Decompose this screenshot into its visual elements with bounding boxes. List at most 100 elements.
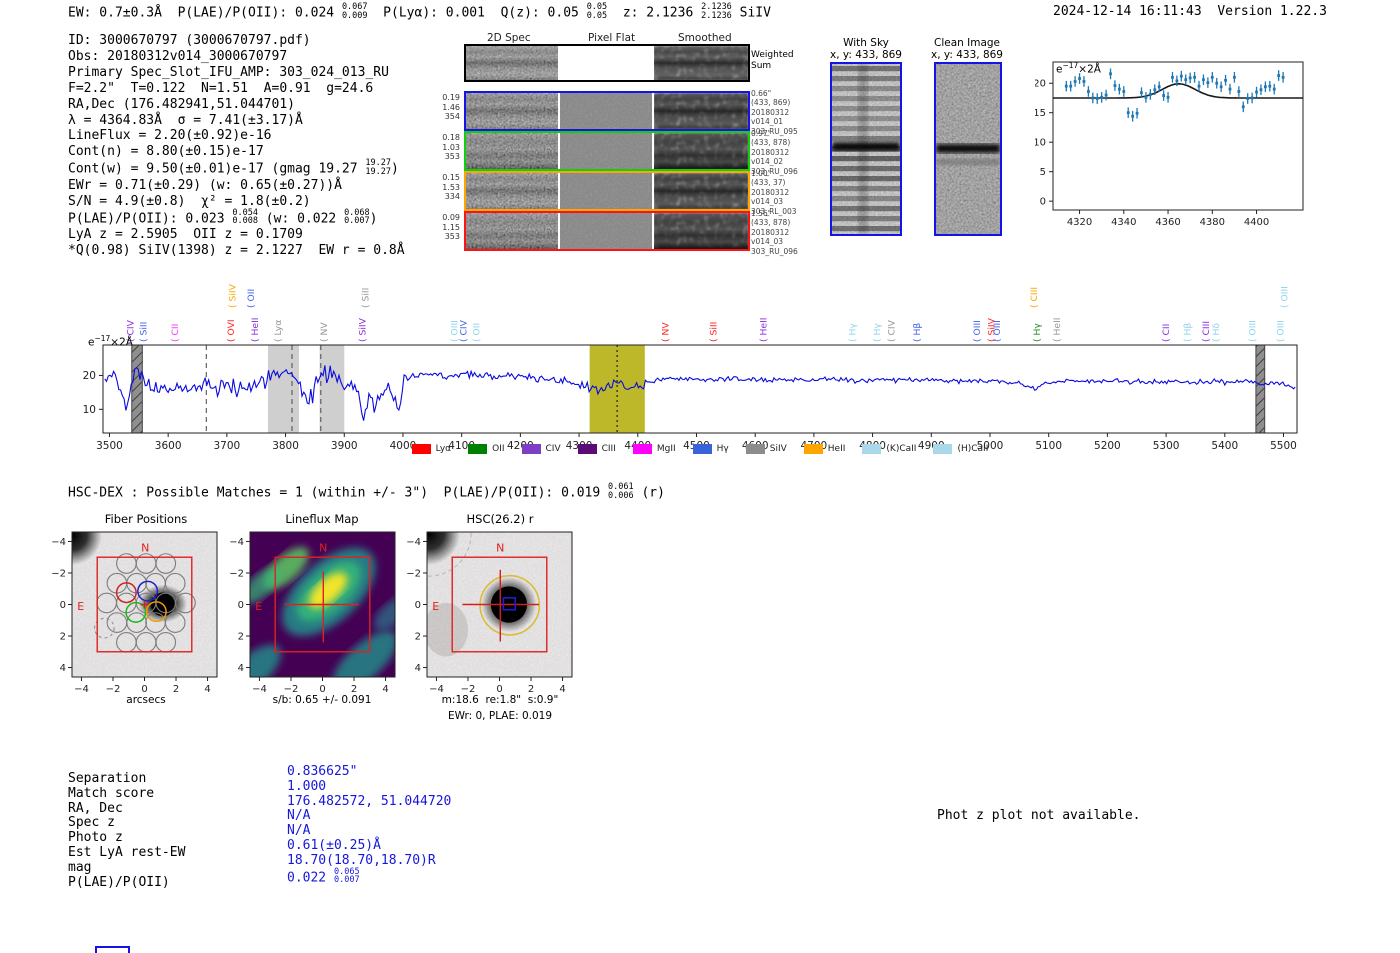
legend-swatch [862, 444, 882, 454]
svg-text:20: 20 [83, 370, 96, 382]
match-table-value: 0.022 0.065 0.007 [287, 866, 360, 886]
clean-image [934, 62, 1002, 236]
spec2d-row [464, 131, 750, 171]
svg-text:E: E [77, 600, 84, 613]
match-table-labels: Separation Match score RA, Dec Spec z Photo … [68, 771, 185, 890]
svg-text:−4: −4 [406, 537, 421, 548]
full-spectrum-plot: 3500360037003800390040004100420043004400… [83, 283, 1298, 452]
spectral-line-label: ( CII [170, 324, 181, 342]
spectral-line-label: ( OIII [1247, 320, 1258, 342]
svg-text:5: 5 [1040, 167, 1046, 178]
spectral-line-label: ( SiII [708, 322, 719, 342]
svg-text:4: 4 [415, 663, 421, 674]
info-line: ID: 3000670797 (3000670797.pdf) [68, 33, 311, 48]
legend-item: CIII [577, 444, 616, 454]
svg-text:−2: −2 [229, 568, 244, 579]
legend-swatch [745, 444, 765, 454]
info-line: λ = 4364.83Å σ = 7.41(±3.17)Å [68, 112, 303, 128]
match-table-label: Spec z [68, 815, 115, 831]
match-table-label: Separation [68, 771, 147, 786]
spectral-line-label: ( Hγ [1032, 323, 1043, 342]
svg-text:4: 4 [60, 663, 66, 674]
weighted-sum-label: Weighted Sum [751, 50, 794, 71]
stacked-fraction: 0.05 0.05 [586, 2, 608, 21]
with-sky-image [830, 62, 902, 236]
spectral-line-label: ( SiII [138, 322, 149, 342]
match-table-value: 0.61(±0.25)Å [287, 837, 381, 853]
spectrum-flux-unit-label: e−17×2Å [88, 334, 133, 349]
spectral-line-label: ( OVI [226, 319, 237, 342]
svg-text:4380: 4380 [1200, 217, 1225, 228]
match-table-value: N/A [287, 823, 311, 839]
legend-item: CIV [521, 444, 561, 454]
info-line: Cont(w) = 9.50(±0.01)e-17 (gmag 19.27 19… [68, 158, 399, 178]
hsc-dex-match-header: HSC-DEX : Possible Matches = 1 (within +… [68, 482, 665, 501]
spectrum-line-legend: Lyα OII CIV CIII MgII Hγ SiIV HeII (K)CaII (H)CaI… [80, 444, 1320, 454]
svg-text:20: 20 [1035, 79, 1046, 90]
spectral-line-label: ( CIV [886, 319, 897, 342]
spec2d-row-left-labels: 0.18 1.03 353 [442, 133, 460, 162]
svg-text:15: 15 [1035, 108, 1046, 119]
match-table-value: 0.836625" [287, 764, 358, 779]
weighted-sum-strips [466, 46, 748, 80]
legend-item: Lyα [411, 444, 451, 454]
svg-text:2: 2 [415, 632, 421, 643]
match-table-value: 18.70(18.70,18.70)R [287, 852, 436, 868]
legend-swatch [632, 444, 652, 454]
svg-text:0: 0 [1040, 197, 1046, 208]
svg-text:−2: −2 [106, 684, 121, 695]
svg-text:4320: 4320 [1067, 217, 1092, 228]
next-panel-partial-box [95, 946, 130, 953]
spectral-line-label: ( OIII [1276, 320, 1287, 342]
spectral-line-label: ( CII [1161, 324, 1172, 342]
legend-item: HeII [803, 444, 845, 454]
info-line: *Q(0.98) SiIV(1398) z = 2.1227 EW r = 0.… [68, 243, 405, 259]
spectral-line-label: ( NV [660, 322, 671, 342]
spectral-line-label: ( Hβ [1183, 323, 1194, 342]
detection-info-block: ID: 3000670797 (3000670797.pdf) Obs: 2018… [68, 33, 405, 259]
spectral-line-label: ( OIII [972, 320, 983, 342]
spectral-line-label: ( HeII [758, 318, 769, 343]
match-table-values: 0.836625" 1.000 176.482572, 51.044720 N/A N/… [287, 764, 452, 886]
svg-text:4360: 4360 [1155, 217, 1180, 228]
inset-flux-unit-label: e−17×2Å [1056, 61, 1101, 76]
svg-text:2: 2 [238, 632, 244, 643]
fiber-xlabel: arcsecs [126, 694, 166, 706]
match-table-value: 176.482572, 51.044720 [287, 793, 452, 809]
svg-text:E: E [255, 600, 262, 613]
legend-item: Hγ [692, 444, 729, 454]
svg-text:10: 10 [83, 404, 96, 416]
legend-swatch [411, 444, 431, 454]
svg-text:4: 4 [382, 684, 388, 695]
spectral-line-label: ( Hδ [1211, 323, 1222, 342]
svg-text:0: 0 [60, 600, 66, 611]
line-fit-inset-plot: 4320 4340 4360 4380 4400 0 5 10 15 20 [1035, 61, 1304, 228]
info-line: LineFlux = 2.20(±0.92)e-16 [68, 128, 272, 144]
info-line: P(LAE)/P(OII): 0.023 0.054 0.008 (w: 0.02… [68, 207, 378, 227]
match-table-value: N/A [287, 808, 311, 824]
stacked-fraction: 0.068 0.007 [344, 207, 370, 227]
svg-text:2: 2 [173, 684, 179, 695]
spectral-line-label: ( OII [471, 323, 482, 342]
stacked-fraction: 0.054 0.008 [232, 207, 258, 227]
spec2d-row-right-labels: 1.56" (433, 878) 20180312 v014_03 303_RU… [751, 209, 798, 256]
spectral-line-label: ( Lyα [273, 320, 284, 342]
svg-text:4: 4 [559, 684, 565, 695]
spectral-line-label: ( SiIV [228, 283, 239, 308]
col-header-pixelflat: Pixel Flat [588, 32, 636, 44]
hsc-caption-1: m:18.6 re:1.8" s:0.9" [441, 694, 559, 706]
legend-swatch [577, 444, 597, 454]
hsc-caption-2: EWr: 0, PLAE: 0.019 [447, 710, 553, 722]
stacked-fraction: 2.1236 2.1236 [701, 2, 732, 21]
match-table-value: 1.000 [287, 778, 327, 794]
spectral-line-label: ( CIII [1029, 287, 1040, 308]
clean-image-coords: x, y: 433, 869 [931, 49, 1003, 61]
spec2d-row-left-labels: 0.09 1.15 353 [442, 213, 460, 242]
spec2d-row [464, 211, 750, 251]
stacked-fraction: 0.067 0.009 [341, 2, 368, 21]
legend-swatch [468, 444, 488, 454]
svg-text:−4: −4 [51, 537, 66, 548]
svg-text:2: 2 [60, 632, 66, 643]
col-header-smoothed: Smoothed [678, 32, 732, 44]
summary-header: EW: 0.7±0.3Å P(LAE)/P(OII): 0.024 0.067 0… [68, 2, 771, 21]
